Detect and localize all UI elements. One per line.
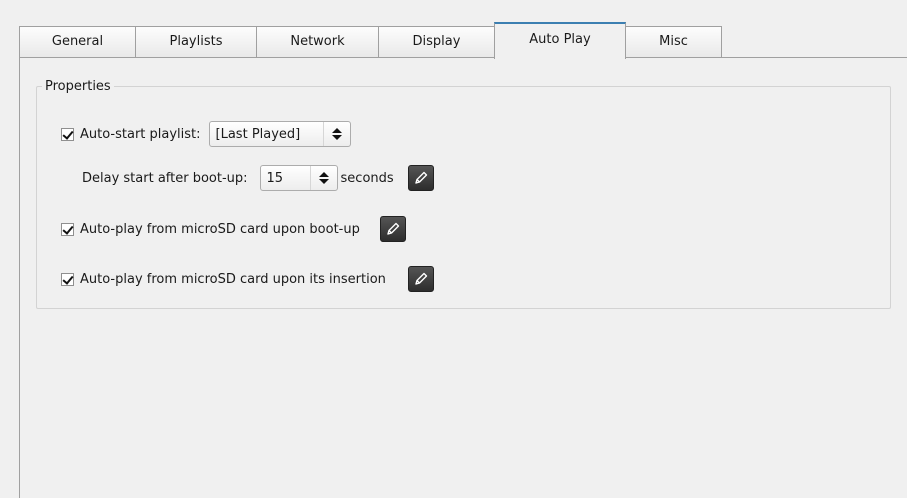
delay-unit: seconds bbox=[340, 170, 394, 186]
tab-misc[interactable]: Misc bbox=[625, 26, 722, 58]
autoplay-insert-row: Auto-play from microSD card upon its ins… bbox=[61, 266, 434, 292]
autoplay-boot-checkbox[interactable] bbox=[61, 222, 74, 236]
autoplay-insert-edit-button[interactable] bbox=[407, 266, 434, 292]
autoplay-insert-checkbox[interactable] bbox=[61, 272, 74, 286]
tab-network[interactable]: Network bbox=[256, 26, 379, 58]
delay-edit-button[interactable] bbox=[407, 165, 434, 191]
properties-legend: Properties bbox=[45, 79, 111, 94]
spin-arrows-icon[interactable] bbox=[309, 166, 337, 190]
delay-spinbox[interactable]: 15 bbox=[259, 165, 338, 191]
autostart-checkbox[interactable] bbox=[61, 127, 74, 141]
pencil-icon bbox=[415, 272, 428, 285]
tab-general[interactable]: General bbox=[19, 26, 136, 58]
playlist-select[interactable]: [Last Played] bbox=[208, 121, 351, 147]
select-arrows-icon bbox=[322, 122, 350, 146]
delay-row: Delay start after boot-up: 15 seconds bbox=[82, 165, 434, 191]
settings-window: General Playlists Network Display Auto P… bbox=[0, 0, 907, 498]
pencil-icon bbox=[414, 171, 427, 184]
tab-bar: General Playlists Network Display Auto P… bbox=[19, 22, 907, 59]
autoplay-boot-row: Auto-play from microSD card upon boot-up bbox=[61, 216, 406, 242]
autoplay-boot-edit-button[interactable] bbox=[379, 216, 406, 242]
delay-value: 15 bbox=[266, 170, 284, 186]
autostart-row: Auto-start playlist: [Last Played] bbox=[61, 121, 351, 147]
delay-label: Delay start after boot-up: bbox=[82, 170, 248, 186]
pencil-icon bbox=[387, 222, 400, 235]
autostart-label: Auto-start playlist: bbox=[80, 126, 201, 142]
tab-playlists[interactable]: Playlists bbox=[135, 26, 257, 58]
tab-auto-play[interactable]: Auto Play bbox=[494, 22, 626, 59]
tab-display[interactable]: Display bbox=[378, 26, 495, 58]
playlist-select-value: [Last Played] bbox=[215, 126, 301, 142]
autoplay-insert-label: Auto-play from microSD card upon its ins… bbox=[80, 271, 386, 287]
autoplay-boot-label: Auto-play from microSD card upon boot-up bbox=[80, 221, 360, 237]
